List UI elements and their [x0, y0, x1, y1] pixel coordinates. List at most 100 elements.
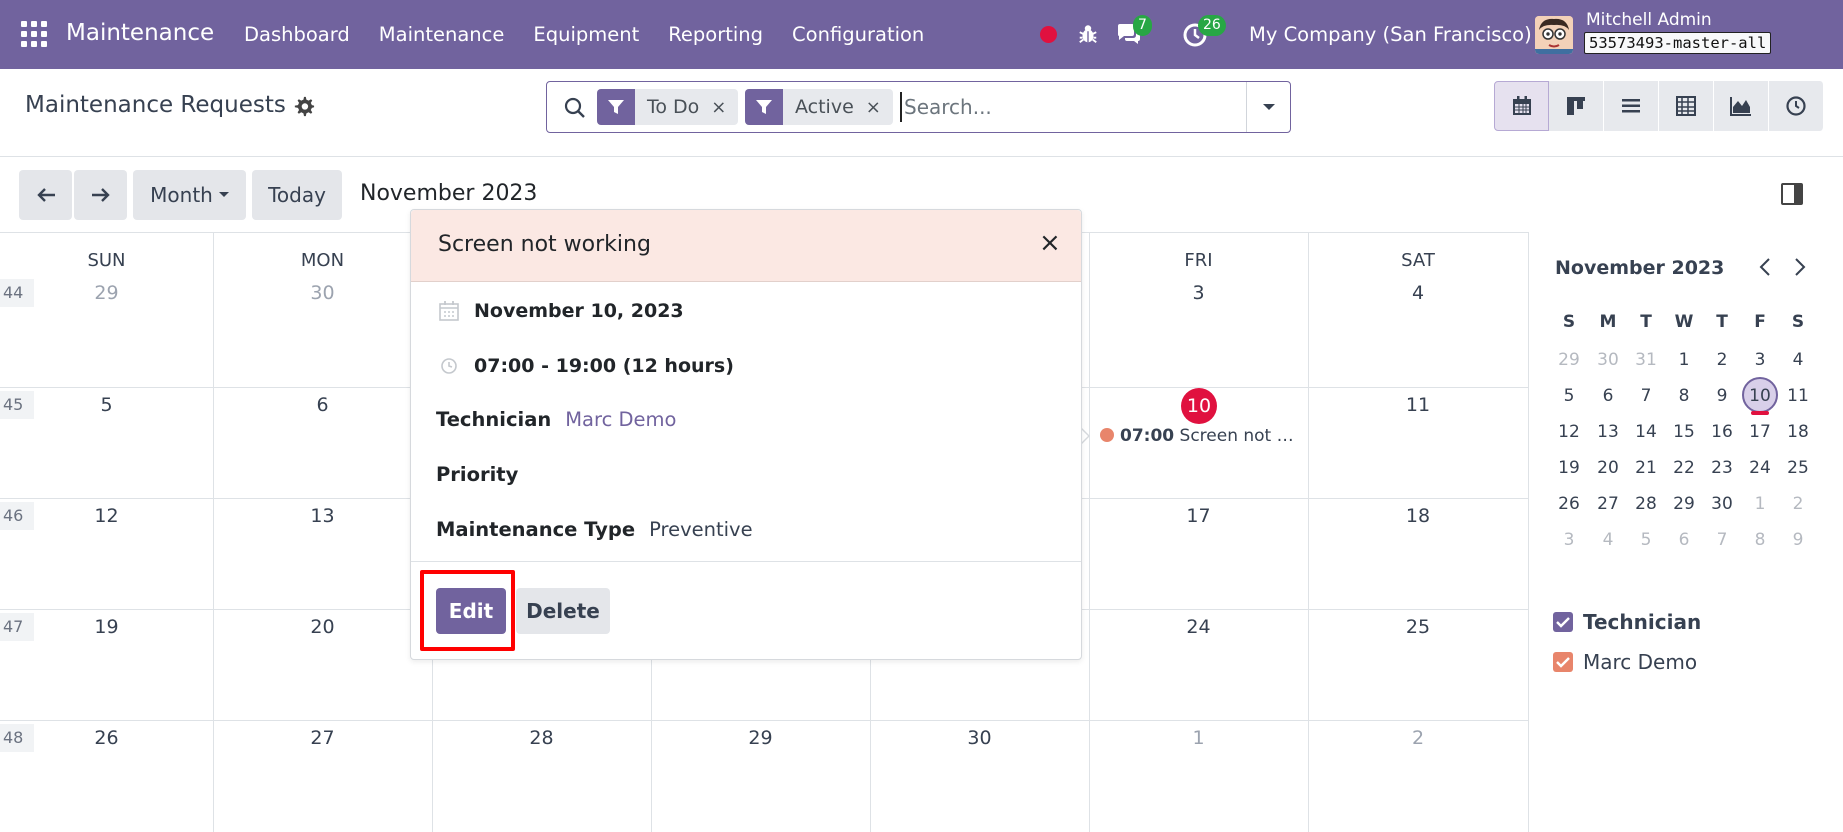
mini-day-cell[interactable]: 30: [1703, 494, 1741, 514]
activity-view-button[interactable]: [1769, 81, 1824, 131]
mini-day-cell[interactable]: 7: [1703, 530, 1741, 550]
mini-day-cell[interactable]: 3: [1741, 350, 1779, 370]
mini-day-cell[interactable]: 27: [1589, 494, 1627, 514]
day-number[interactable]: 29: [0, 282, 216, 304]
day-number[interactable]: 28: [433, 727, 651, 749]
user-name[interactable]: Mitchell Admin: [1586, 10, 1712, 30]
mini-day-cell[interactable]: 9: [1703, 386, 1741, 406]
day-number[interactable]: 17: [1090, 505, 1308, 527]
today-day-number[interactable]: 10: [1181, 388, 1217, 424]
mini-day-cell[interactable]: 4: [1589, 530, 1627, 550]
day-number[interactable]: 27: [214, 727, 432, 749]
scale-dropdown[interactable]: Month: [133, 170, 246, 220]
day-number[interactable]: 2: [1309, 727, 1527, 749]
apps-menu-icon[interactable]: [21, 21, 47, 47]
close-icon[interactable]: ×: [1039, 230, 1061, 256]
mini-day-cell[interactable]: 24: [1741, 458, 1779, 478]
app-brand[interactable]: Maintenance: [66, 20, 214, 46]
filter-group-technician[interactable]: Technician: [1553, 610, 1701, 634]
mini-day-cell[interactable]: 8: [1665, 386, 1703, 406]
mini-day-cell[interactable]: 5: [1627, 530, 1665, 550]
mini-day-cell[interactable]: 2: [1703, 350, 1741, 370]
menu-item-reporting[interactable]: Reporting: [668, 23, 763, 46]
day-number[interactable]: 19: [0, 616, 216, 638]
bug-icon[interactable]: [1077, 22, 1099, 46]
menu-item-equipment[interactable]: Equipment: [533, 23, 639, 46]
technician-value[interactable]: Marc Demo: [565, 408, 676, 431]
previous-button[interactable]: [19, 170, 72, 220]
remove-facet-icon[interactable]: ×: [866, 97, 893, 118]
next-button[interactable]: [74, 170, 127, 220]
company-switcher[interactable]: My Company (San Francisco): [1249, 23, 1532, 46]
day-number[interactable]: 26: [0, 727, 216, 749]
calendar-view-button[interactable]: [1494, 81, 1549, 131]
day-number[interactable]: 30: [214, 282, 432, 304]
day-number[interactable]: 5: [0, 394, 216, 416]
mini-day-cell[interactable]: 14: [1627, 422, 1665, 442]
checkbox-checked-icon[interactable]: [1553, 652, 1573, 672]
menu-item-configuration[interactable]: Configuration: [792, 23, 924, 46]
day-number[interactable]: 11: [1309, 394, 1527, 416]
day-number[interactable]: 29: [652, 727, 870, 749]
day-number[interactable]: 1: [1090, 727, 1308, 749]
mini-day-cell[interactable]: 5: [1550, 386, 1588, 406]
mini-day-cell[interactable]: 13: [1589, 422, 1627, 442]
search-options-toggle[interactable]: [1246, 82, 1290, 132]
day-number[interactable]: 12: [0, 505, 216, 527]
day-number[interactable]: 30: [871, 727, 1089, 749]
mini-day-cell[interactable]: 3: [1550, 530, 1588, 550]
mini-day-cell[interactable]: 9: [1779, 530, 1817, 550]
mini-day-cell[interactable]: 31: [1627, 350, 1665, 370]
mini-day-cell[interactable]: 6: [1665, 530, 1703, 550]
mini-day-cell[interactable]: 12: [1550, 422, 1588, 442]
mini-day-cell[interactable]: 1: [1665, 350, 1703, 370]
mini-day-cell[interactable]: 26: [1550, 494, 1588, 514]
day-number[interactable]: 13: [214, 505, 432, 527]
mini-day-cell[interactable]: 11: [1779, 386, 1817, 406]
day-number[interactable]: 3: [1090, 282, 1308, 304]
mini-day-cell[interactable]: 25: [1779, 458, 1817, 478]
user-avatar[interactable]: [1535, 16, 1573, 54]
mini-day-cell[interactable]: 10: [1741, 386, 1779, 406]
mini-day-cell[interactable]: 20: [1589, 458, 1627, 478]
mini-day-cell[interactable]: 4: [1779, 350, 1817, 370]
mini-day-cell[interactable]: 21: [1627, 458, 1665, 478]
day-number[interactable]: 18: [1309, 505, 1527, 527]
calendar-event[interactable]: 07:00 Screen not working: [1100, 426, 1300, 446]
mini-day-cell[interactable]: 19: [1550, 458, 1588, 478]
day-number[interactable]: 4: [1309, 282, 1527, 304]
pivot-view-button[interactable]: [1659, 81, 1714, 131]
delete-button[interactable]: Delete: [516, 588, 610, 634]
checkbox-checked-icon[interactable]: [1553, 612, 1573, 632]
search-input[interactable]: [900, 92, 1220, 122]
mini-day-cell[interactable]: 22: [1665, 458, 1703, 478]
graph-view-button[interactable]: [1714, 81, 1769, 131]
kanban-view-button[interactable]: [1549, 81, 1604, 131]
day-number[interactable]: 25: [1309, 616, 1527, 638]
mini-day-cell[interactable]: 2: [1779, 494, 1817, 514]
menu-item-maintenance[interactable]: Maintenance: [379, 23, 505, 46]
gear-icon[interactable]: [293, 95, 315, 117]
mini-day-cell[interactable]: 23: [1703, 458, 1741, 478]
mini-day-cell[interactable]: 18: [1779, 422, 1817, 442]
mini-day-cell[interactable]: 30: [1589, 350, 1627, 370]
mini-day-cell[interactable]: 29: [1550, 350, 1588, 370]
day-number[interactable]: 24: [1090, 616, 1308, 638]
filter-item-marc-demo[interactable]: Marc Demo: [1553, 650, 1697, 674]
mini-day-cell[interactable]: 28: [1627, 494, 1665, 514]
mini-day-cell[interactable]: 1: [1741, 494, 1779, 514]
search-icon[interactable]: [563, 96, 587, 120]
mini-prev-icon[interactable]: [1758, 256, 1772, 284]
mini-day-cell[interactable]: 17: [1741, 422, 1779, 442]
today-button[interactable]: Today: [252, 170, 342, 220]
mini-next-icon[interactable]: [1793, 256, 1807, 284]
day-number[interactable]: 20: [214, 616, 432, 638]
mini-day-cell[interactable]: 8: [1741, 530, 1779, 550]
mini-day-cell[interactable]: 16: [1703, 422, 1741, 442]
page-title[interactable]: Maintenance Requests: [25, 92, 286, 118]
mini-day-cell[interactable]: 7: [1627, 386, 1665, 406]
mini-day-cell[interactable]: 15: [1665, 422, 1703, 442]
remove-facet-icon[interactable]: ×: [711, 97, 738, 118]
recording-indicator-icon[interactable]: [1040, 26, 1057, 43]
mini-day-cell[interactable]: 29: [1665, 494, 1703, 514]
